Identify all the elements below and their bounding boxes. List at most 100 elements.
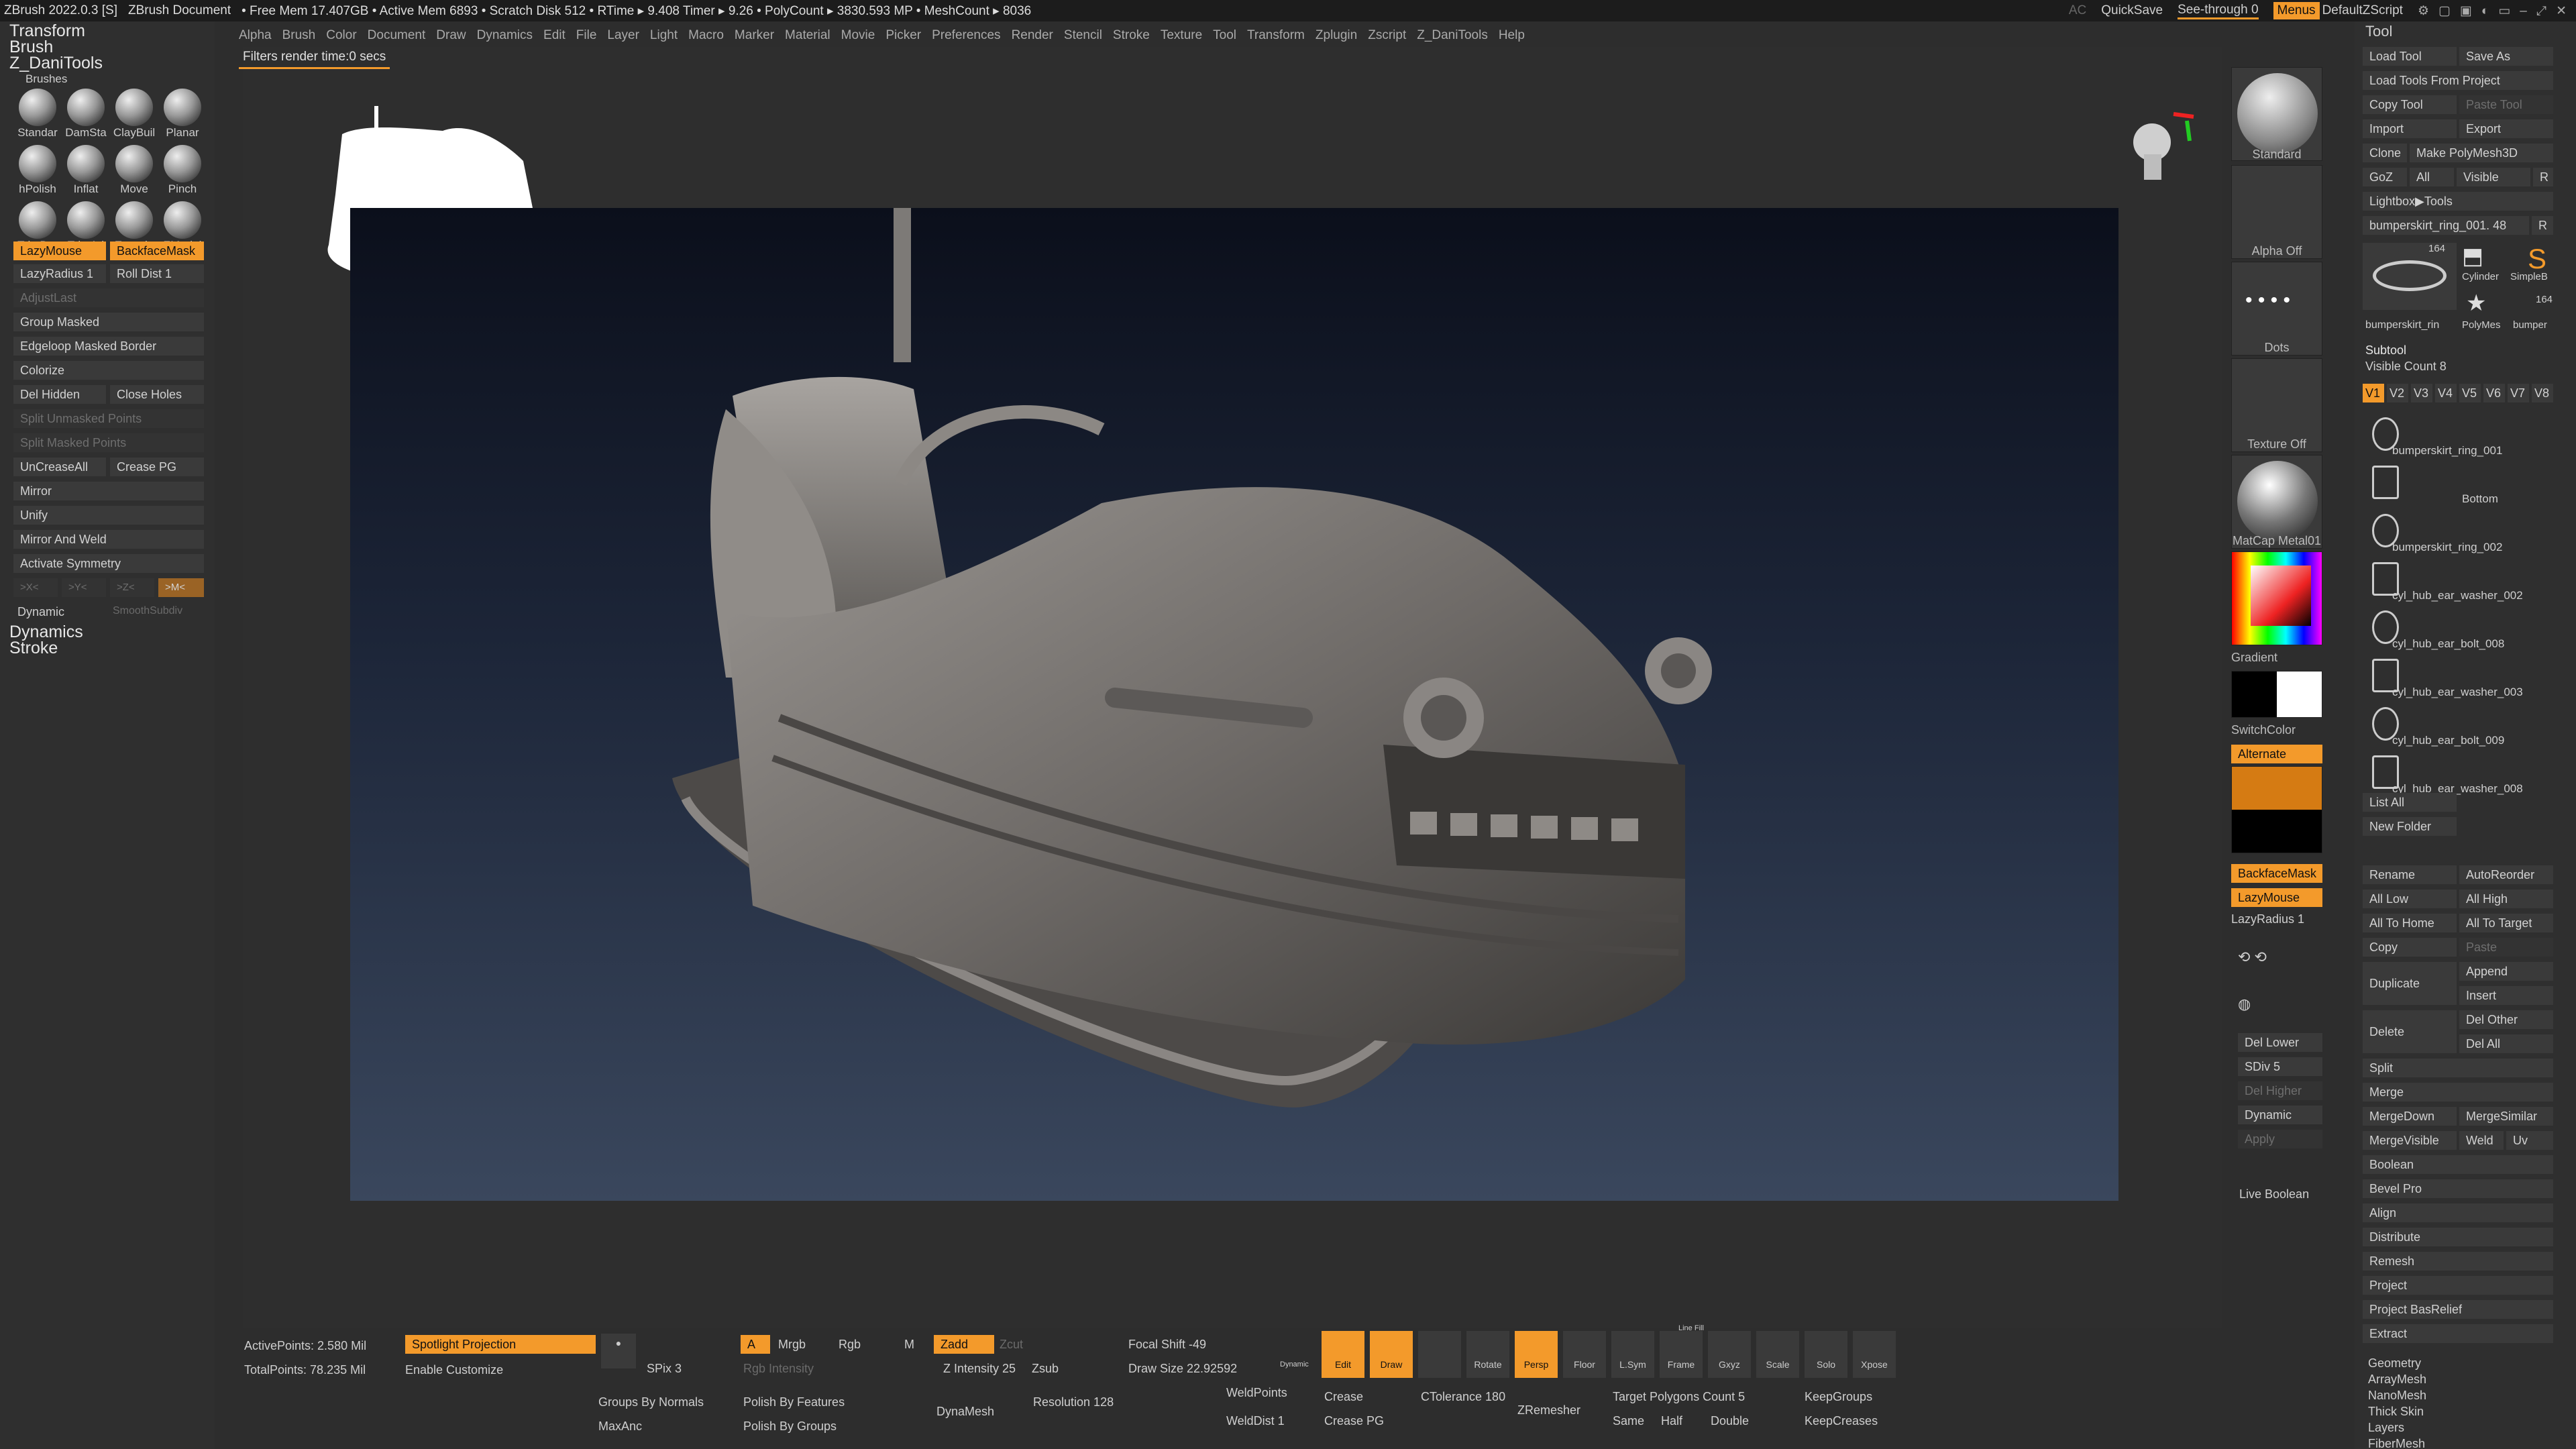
resolution-slider[interactable]: Resolution 128 (1033, 1395, 1114, 1409)
split-menu[interactable]: Split (2363, 1059, 2553, 1077)
a-toggle[interactable]: A (741, 1335, 770, 1354)
welddist-slider[interactable]: WeldDist 1 (1226, 1414, 1285, 1428)
danitools-header[interactable]: Z_DaniTools (9, 54, 103, 73)
project-basrelief-menu[interactable]: Project BasRelief (2363, 1300, 2553, 1319)
paste-tool-button[interactable]: Paste Tool (2459, 95, 2553, 114)
subtool-item[interactable]: bumperskirt_ring_001 (2363, 415, 2564, 462)
zsub-toggle[interactable]: Zsub (1032, 1362, 1059, 1376)
weld-button[interactable]: Weld (2459, 1131, 2504, 1150)
subtool-item[interactable]: cyl_hub_ear_bolt_009 (2363, 704, 2564, 751)
shelf-dynamic-button[interactable]: Dynamic (2238, 1106, 2322, 1124)
menu-file[interactable]: File (576, 28, 597, 43)
mrgb-toggle[interactable]: Mrgb (778, 1338, 806, 1352)
material-icon[interactable]: ◍ (2238, 996, 2251, 1013)
menu-dynamics[interactable]: Dynamics (477, 28, 533, 43)
autoreorder-button[interactable]: AutoReorder (2459, 865, 2553, 884)
all-to-target-button[interactable]: All To Target (2459, 914, 2553, 932)
list-all-button[interactable]: List All (2363, 793, 2457, 812)
export-button[interactable]: Export (2459, 119, 2553, 138)
brush-damsta[interactable]: DamSta (64, 89, 107, 142)
z-intensity-slider[interactable]: Z Intensity 25 (943, 1362, 1016, 1376)
stroke-header[interactable]: Stroke (9, 639, 58, 658)
tool-icon-rotate[interactable]: Rotate (1466, 1331, 1509, 1378)
version-v4[interactable]: V4 (2435, 384, 2457, 402)
menu-layer[interactable]: Layer (607, 28, 639, 43)
menu-movie[interactable]: Movie (841, 28, 875, 43)
weldpoints-button[interactable]: WeldPoints (1226, 1386, 1287, 1400)
menu-stroke[interactable]: Stroke (1113, 28, 1150, 43)
subtool-item[interactable]: cyl_hub_ear_washer_002 (2363, 559, 2564, 606)
cylinder-icon[interactable]: ⬒ (2462, 243, 2483, 270)
brush-standar[interactable]: Standar (16, 89, 59, 142)
sym-z-button[interactable]: >Z< (110, 578, 154, 597)
del-all-button[interactable]: Del All (2459, 1034, 2553, 1053)
extract-menu[interactable]: Extract (2363, 1324, 2553, 1343)
goz-button[interactable]: GoZ (2363, 168, 2407, 186)
version-v3[interactable]: V3 (2411, 384, 2432, 402)
tool-icon-move[interactable] (1418, 1331, 1461, 1378)
menu-help[interactable]: Help (1499, 28, 1525, 43)
menu-zplugin[interactable]: Zplugin (1316, 28, 1357, 43)
polish-by-features-button[interactable]: Polish By Features (743, 1395, 845, 1409)
brush-claybuil[interactable]: ClayBuil (113, 89, 156, 142)
subtool-header[interactable]: Subtool (2365, 343, 2406, 358)
version-v8[interactable]: V8 (2532, 384, 2553, 402)
tool-icon-lsym[interactable]: L.Sym (1611, 1331, 1654, 1378)
subtool-item[interactable]: Bottom (2363, 463, 2564, 510)
goz-all-button[interactable]: All (2410, 168, 2454, 186)
maxang-slider[interactable]: MaxAnc (598, 1419, 642, 1434)
version-v2[interactable]: V2 (2387, 384, 2408, 402)
target-polygons-slider[interactable]: Target Polygons Count 5 (1613, 1390, 1745, 1404)
rename-button[interactable]: Rename (2363, 865, 2457, 884)
brush-preview[interactable] (2231, 766, 2322, 853)
mergesimilar-button[interactable]: MergeSimilar (2459, 1107, 2553, 1126)
tool-icon-xpose[interactable]: Xpose (1853, 1331, 1896, 1378)
import-button[interactable]: Import (2363, 119, 2457, 138)
draw-size-slider[interactable]: Draw Size 22.92592 (1128, 1362, 1237, 1376)
clone-button[interactable]: Clone (2363, 144, 2407, 162)
current-tool-r-button[interactable]: R (2532, 216, 2553, 235)
menu-material[interactable]: Material (785, 28, 830, 43)
menu-alpha[interactable]: Alpha (239, 28, 272, 43)
crease-pg-bottom-button[interactable]: Crease PG (1324, 1414, 1384, 1428)
duplicate-button[interactable]: Duplicate (2363, 962, 2457, 1005)
close-holes-button[interactable]: Close Holes (110, 385, 204, 404)
tool-icon-gxyz[interactable]: Gxyz (1708, 1331, 1751, 1378)
default-zscript[interactable]: DefaultZScript (2322, 3, 2403, 18)
version-v6[interactable]: V6 (2483, 384, 2505, 402)
spotlight-projection-button[interactable]: Spotlight Projection (405, 1335, 596, 1354)
brush-pinch[interactable]: Pinch (161, 145, 204, 199)
smoothsubdiv-slider[interactable]: SmoothSubdiv (113, 605, 182, 617)
delete-button[interactable]: Delete (2363, 1010, 2457, 1053)
see-through-slider[interactable]: See-through 0 (2178, 3, 2259, 19)
alternate-button[interactable]: Alternate (2231, 745, 2322, 763)
color-picker[interactable] (2231, 551, 2322, 645)
edgeloop-masked-button[interactable]: Edgeloop Masked Border (13, 337, 204, 356)
goz-r-button[interactable]: R (2533, 168, 2553, 186)
bevel-pro-menu[interactable]: Bevel Pro (2363, 1179, 2553, 1198)
document-canvas[interactable] (350, 208, 2118, 1201)
keepcreases-button[interactable]: KeepCreases (1805, 1414, 1878, 1428)
version-v7[interactable]: V7 (2508, 384, 2529, 402)
thickskin-menu[interactable]: Thick Skin (2368, 1405, 2424, 1419)
m-toggle[interactable]: M (904, 1338, 914, 1352)
tool-icon-frame[interactable]: Frame (1660, 1331, 1703, 1378)
menu-render[interactable]: Render (1012, 28, 1053, 43)
uncreaseall-button[interactable]: UnCreaseAll (13, 458, 106, 476)
navigation-head-icon[interactable] (2120, 107, 2200, 188)
quicksave-button[interactable]: QuickSave (2101, 3, 2163, 18)
spix-sphere-icon[interactable]: ● (601, 1334, 636, 1368)
mergevisible-button[interactable]: MergeVisible (2363, 1131, 2457, 1150)
crease-button[interactable]: Crease (1324, 1390, 1363, 1404)
menu-color[interactable]: Color (326, 28, 356, 43)
split-unmasked-button[interactable]: Split Unmasked Points (13, 409, 204, 428)
zremesher-button[interactable]: ZRemesher (1517, 1403, 1580, 1417)
del-higher-button[interactable]: Del Higher (2238, 1081, 2322, 1100)
menu-document[interactable]: Document (368, 28, 426, 43)
mirror-and-weld-button[interactable]: Mirror And Weld (13, 530, 204, 549)
lightbox-tools-button[interactable]: Lightbox▶Tools (2363, 192, 2553, 211)
all-high-button[interactable]: All High (2459, 890, 2553, 908)
enable-customize-button[interactable]: Enable Customize (405, 1363, 503, 1377)
tool-icon-scale[interactable]: Scale (1756, 1331, 1799, 1378)
menu-marker[interactable]: Marker (735, 28, 774, 43)
